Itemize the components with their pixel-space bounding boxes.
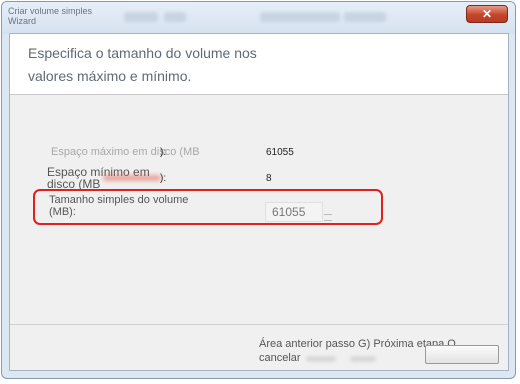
blurred-title-fragment bbox=[124, 12, 158, 22]
blurred-title-fragment bbox=[164, 12, 186, 22]
blurred-button-fragment bbox=[350, 356, 376, 362]
title-bar: Criar volume simples Wizard ✕ bbox=[2, 2, 515, 34]
max-space-colon: ): bbox=[160, 147, 167, 158]
volume-size-input[interactable]: 61055 bbox=[265, 202, 323, 222]
close-icon: ✕ bbox=[481, 7, 493, 21]
blurred-title-fragment bbox=[260, 12, 340, 22]
volume-size-label: Tamanho simples do volume (MB): bbox=[49, 194, 189, 218]
blurred-title-fragment bbox=[344, 12, 386, 22]
wizard-content: Especifica o tamanho do volume nos valor… bbox=[9, 33, 509, 371]
cancel-button[interactable] bbox=[425, 345, 499, 364]
wizard-window: Criar volume simples Wizard ✕ Especifica… bbox=[1, 1, 516, 379]
header-panel: Especifica o tamanho do volume nos valor… bbox=[10, 34, 508, 95]
max-space-label: Espaço máximo em disco (MB bbox=[51, 146, 200, 158]
blurred-overlay bbox=[103, 175, 161, 181]
window-title: Criar volume simples Wizard bbox=[8, 6, 93, 26]
page-heading: Especifica o tamanho do volume nos valor… bbox=[28, 45, 257, 84]
spinner-arrows-icon[interactable] bbox=[324, 214, 332, 221]
close-button[interactable]: ✕ bbox=[466, 5, 508, 23]
min-space-value: 8 bbox=[266, 173, 272, 184]
max-space-value: 61055 bbox=[266, 147, 294, 158]
blurred-button-fragment bbox=[306, 356, 336, 362]
footer-separator bbox=[10, 324, 508, 325]
